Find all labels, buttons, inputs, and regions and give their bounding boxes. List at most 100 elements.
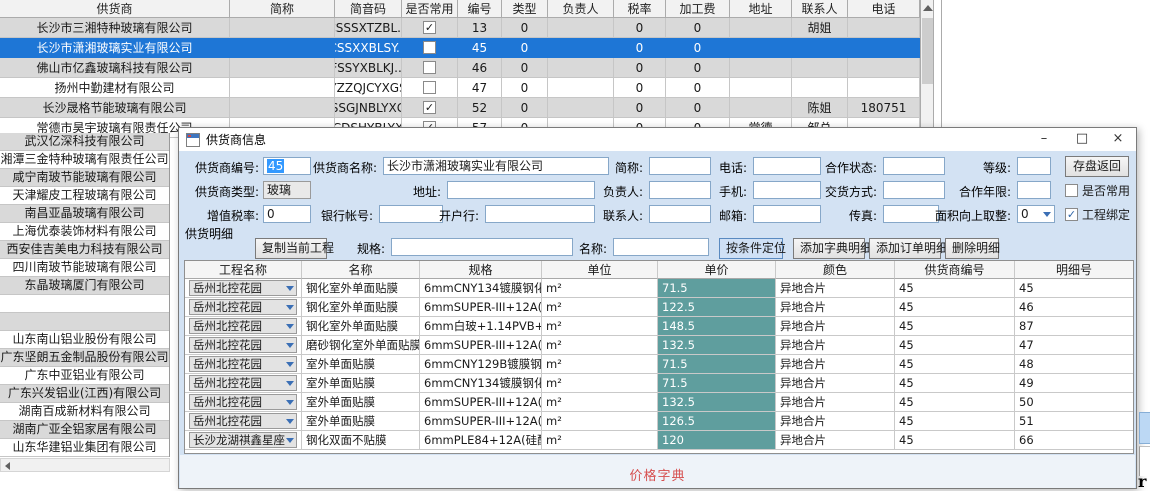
phone-input[interactable] xyxy=(753,157,821,175)
project-combo[interactable]: 岳州北控花园 xyxy=(189,318,297,334)
detail-row[interactable]: 岳州北控花园室外单面贴膜6mmSUPER-III+12A(硅...m²132.5… xyxy=(185,393,1133,412)
delete-detail-button[interactable]: 删除明细 xyxy=(945,238,999,259)
contact-input[interactable] xyxy=(649,205,711,223)
detail-row[interactable]: 岳州北控花园钢化室外单面贴膜6mmSUPER-III+12A(硅...m²122… xyxy=(185,298,1133,317)
table-vertical-scrollbar[interactable] xyxy=(920,0,934,127)
area-round-up-select[interactable]: 0 xyxy=(1017,205,1055,223)
common-use-checkbox[interactable] xyxy=(423,21,436,34)
supplier-list-item[interactable]: 广东兴发铝业(江西)有限公司 xyxy=(0,385,169,403)
supplier-list-item[interactable]: 天津耀皮工程玻璃有限公司 xyxy=(0,187,169,205)
project-combo[interactable]: 岳州北控花园 xyxy=(189,375,297,391)
save-return-button[interactable]: 存盘返回 xyxy=(1065,156,1129,177)
detail-cell: 钢化室外单面贴膜 xyxy=(302,279,420,298)
supplier-list-item[interactable]: 湖南百成新材料有限公司 xyxy=(0,403,169,421)
project-combo[interactable]: 岳州北控花园 xyxy=(189,394,297,410)
supplier-cell: YZZQJCYXGS xyxy=(335,78,402,98)
background-window-fragment xyxy=(1139,412,1150,444)
supplier-cell xyxy=(402,18,458,38)
common-use-checkbox[interactable] xyxy=(423,101,436,114)
bank-account-input[interactable] xyxy=(379,205,443,223)
locate-by-condition-button[interactable]: 按条件定位 xyxy=(719,238,783,259)
spec-filter-input[interactable] xyxy=(391,238,573,256)
chevron-down-icon[interactable] xyxy=(1043,212,1051,217)
detail-row[interactable]: 岳州北控花园室外单面贴膜6mmSUPER-III+12A(硅...m²126.5… xyxy=(185,412,1133,431)
add-order-detail-button[interactable]: 添加订单明细 xyxy=(869,238,941,259)
supplier-list-item[interactable]: 广东中亚铝业有限公司 xyxy=(0,367,169,385)
supplier-id-input[interactable]: 45 xyxy=(263,157,311,175)
supplier-row[interactable]: 长沙市潇湘玻璃实业有限公司CSSXXBLSY...45000 xyxy=(0,38,934,58)
vat-rate-input[interactable]: 0 xyxy=(263,205,311,223)
supplier-list-item[interactable]: 上海优泰装饰材料有限公司 xyxy=(0,223,169,241)
address-input[interactable] xyxy=(447,181,595,199)
detail-row[interactable]: 岳州北控花园室外单面贴膜6mmCNY134镀膜钢化m²71.5异地合片4549 xyxy=(185,374,1133,393)
supplier-cell: FSSYXBLKJ... xyxy=(335,58,402,78)
maximize-button[interactable]: □ xyxy=(1066,128,1098,151)
project-combo[interactable]: 岳州北控花园 xyxy=(189,413,297,429)
supplier-list-item[interactable]: 四川南玻节能玻璃有限公司 xyxy=(0,259,169,277)
detail-cell: 长沙龙湖祺鑫星座 xyxy=(185,431,302,450)
supplier-list-item[interactable] xyxy=(0,295,169,313)
checkbox-icon[interactable] xyxy=(1065,184,1078,197)
project-combo[interactable]: 岳州北控花园 xyxy=(189,356,297,372)
list-horizontal-scrollbar[interactable] xyxy=(0,458,170,472)
supplier-list-item[interactable] xyxy=(0,313,169,331)
supplier-list-item[interactable]: 东晶玻璃厦门有限公司 xyxy=(0,277,169,295)
fax-input[interactable] xyxy=(883,205,939,223)
supplier-list-item[interactable]: 西安佳吉美电力科技有限公司 xyxy=(0,241,169,259)
supplier-list-item[interactable]: 山东华建铝业集团有限公司 xyxy=(0,439,169,457)
project-bind-checkbox[interactable]: 工程绑定 xyxy=(1065,205,1130,223)
scrollbar-thumb[interactable] xyxy=(922,18,933,84)
supplier-name-input[interactable]: 长沙市潇湘玻璃实业有限公司 xyxy=(383,157,609,175)
common-use-checkbox[interactable] xyxy=(423,41,436,54)
detail-row[interactable]: 岳州北控花园室外单面贴膜6mmCNY129B镀膜钢化m²71.5异地合片4548 xyxy=(185,355,1133,374)
manager-input[interactable] xyxy=(649,181,711,199)
project-combo[interactable]: 岳州北控花园 xyxy=(189,299,297,315)
detail-cell: 岳州北控花园 xyxy=(185,336,302,355)
coop-years-input[interactable] xyxy=(1017,181,1051,199)
add-dictionary-detail-button[interactable]: 添加字典明细 xyxy=(793,238,865,259)
close-button[interactable]: × xyxy=(1102,128,1134,151)
short-name-input[interactable] xyxy=(649,157,711,175)
detail-cell: 148.5 xyxy=(658,317,776,336)
supplier-type-input[interactable]: 玻璃 xyxy=(263,181,311,199)
bank-branch-input[interactable] xyxy=(485,205,595,223)
name-filter-input[interactable] xyxy=(613,238,709,256)
supplier-row[interactable]: 长沙晟格节能玻璃有限公司CSSGJNBLYXGS52000陈姐180751 xyxy=(0,98,934,118)
supplier-row[interactable]: 长沙市三湘特种玻璃有限公司CSSSXTZBL...13000胡姐 xyxy=(0,18,934,38)
is-common-checkbox[interactable]: 是否常用 xyxy=(1065,181,1130,199)
project-combo[interactable]: 长沙龙湖祺鑫星座 xyxy=(189,432,297,448)
delivery-input[interactable] xyxy=(883,181,945,199)
mobile-input[interactable] xyxy=(753,181,821,199)
copy-project-button[interactable]: 复制当前工程 xyxy=(255,238,327,259)
supplier-cell xyxy=(792,78,848,98)
detail-row[interactable]: 长沙龙湖祺鑫星座钢化双面不贴膜6mmPLE84+12A(硅酮胶...m²120异… xyxy=(185,431,1133,450)
email-input[interactable] xyxy=(753,205,821,223)
checkbox-checked-icon[interactable] xyxy=(1065,208,1078,221)
supplier-row[interactable]: 佛山市亿鑫玻璃科技有限公司FSSYXBLKJ...46000 xyxy=(0,58,934,78)
detail-cell: 异地合片 xyxy=(776,355,895,374)
scroll-left-icon[interactable] xyxy=(5,462,10,470)
supplier-list-item[interactable]: 湖南广亚全铝家居有限公司 xyxy=(0,421,169,439)
project-combo[interactable]: 岳州北控花园 xyxy=(189,280,297,296)
supplier-list-item[interactable]: 广东坚朗五金制品股份有限公司 xyxy=(0,349,169,367)
supplier-list-item[interactable]: 山东南山铝业股份有限公司 xyxy=(0,331,169,349)
minimize-button[interactable]: – xyxy=(1028,128,1060,151)
common-use-checkbox[interactable] xyxy=(423,81,436,94)
detail-row[interactable]: 岳州北控花园钢化室外单面贴膜6mm白玻+1.14PVB+6mm...m²148.… xyxy=(185,317,1133,336)
supplier-list-item[interactable]: 南昌亚晶玻璃有限公司 xyxy=(0,205,169,223)
short-name-label: 简称: xyxy=(615,159,643,177)
supplier-list-item[interactable]: 武汉亿深科技有限公司 xyxy=(0,133,169,151)
common-use-checkbox[interactable] xyxy=(423,61,436,74)
dialog-titlebar[interactable]: 供货商信息 – □ × xyxy=(179,128,1136,151)
coop-status-input[interactable] xyxy=(883,157,945,175)
detail-row[interactable]: 岳州北控花园磨砂钢化室外单面贴膜6mmSUPER-III+12A(硅...m²1… xyxy=(185,336,1133,355)
supplier-list-item[interactable]: 咸宁南玻节能玻璃有限公司 xyxy=(0,169,169,187)
supplier-list-item[interactable]: 湘潭三金特种玻璃有限责任公司 xyxy=(0,151,169,169)
detail-row[interactable]: 岳州北控花园钢化室外单面贴膜6mmCNY134镀膜钢化m²71.5异地合片454… xyxy=(185,279,1133,298)
grade-input[interactable] xyxy=(1017,157,1051,175)
detail-cell: 磨砂钢化室外单面贴膜 xyxy=(302,336,420,355)
project-combo[interactable]: 岳州北控花园 xyxy=(189,337,297,353)
supplier-row[interactable]: 扬州中勤建材有限公司YZZQJCYXGS47000 xyxy=(0,78,934,98)
column-header: 编号 xyxy=(458,0,502,18)
scroll-up-icon[interactable] xyxy=(923,5,933,11)
